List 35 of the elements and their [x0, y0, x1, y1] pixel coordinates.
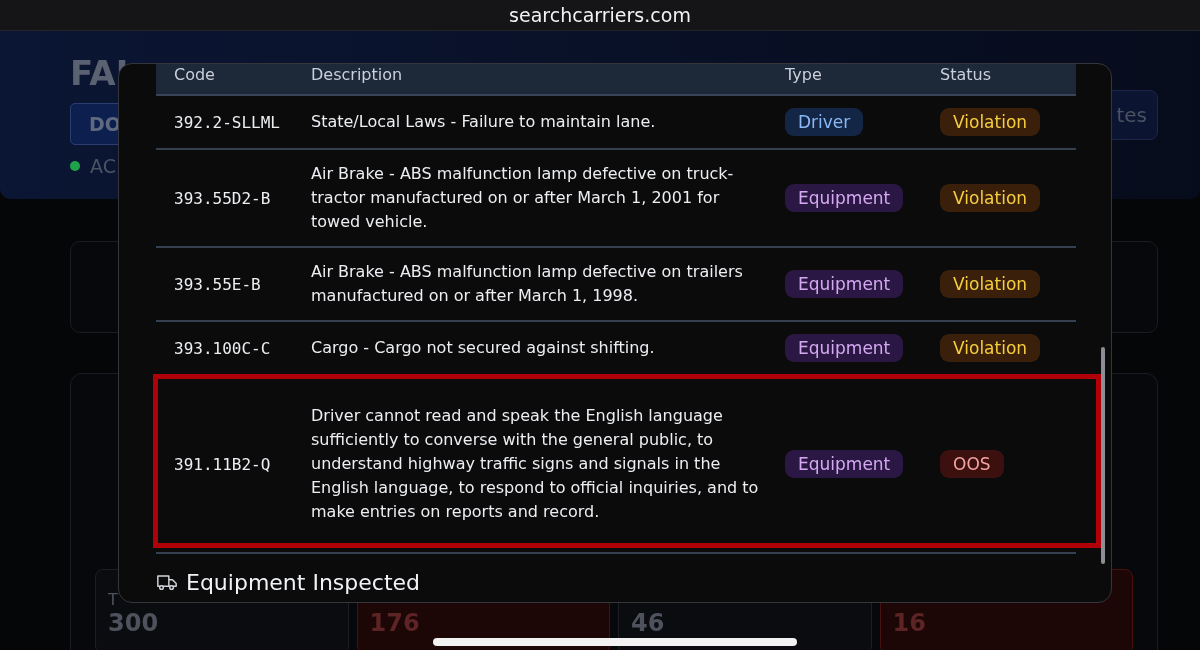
description-cell-text: State/Local Laws - Failure to maintain lane.	[311, 111, 657, 133]
stat-value: 300	[108, 609, 159, 637]
home-indicator[interactable]	[433, 638, 797, 646]
code-cell-text: 393.55D2-B	[173, 188, 272, 208]
description-cell-text: Air Brake - ABS malfunction lamp defective on truck-tractor manufactured on or after March 1, 2001 for towed vehicle.	[311, 163, 735, 233]
section-heading: Equipment Inspected	[186, 570, 421, 595]
stat-label: T	[108, 590, 118, 609]
code-cell-text: 393.55E-B	[173, 274, 262, 294]
stat-value: 176	[369, 609, 420, 637]
status-tag: Violation	[940, 108, 1041, 136]
stat-value: 16	[892, 609, 926, 637]
type-tag: Equipment	[785, 184, 904, 212]
status-tag: OOS	[940, 450, 1004, 478]
status-text: AC	[90, 155, 116, 177]
code-cell-text: 393.100C-C	[173, 338, 272, 358]
code-cell-text: 391.11B2-Q	[173, 454, 272, 474]
description-cell-text: Driver cannot read and speak the English language sufficiently to converse with the general public, to understand highway traffic signs and signals in the English language, to respond to official inquiries, and to make entries on reports and record.	[311, 405, 760, 523]
description-cell-text: Air Brake - ABS malfunction lamp defective on trailers manufactured on or after March 1, 1998.	[311, 261, 744, 307]
column-header: Type	[785, 65, 823, 86]
type-tag: Equipment	[785, 270, 904, 298]
address-text[interactable]: searchcarriers.com	[509, 4, 691, 26]
column-header: Code	[173, 65, 216, 86]
type-tag: Equipment	[785, 334, 904, 362]
code-cell-text: 392.2-SLLML	[173, 112, 281, 132]
status-tag: Violation	[940, 184, 1041, 212]
type-tag: Equipment	[785, 450, 904, 478]
scrollbar[interactable]	[1101, 347, 1105, 564]
description-cell-text: Cargo - Cargo not secured against shifting.	[311, 337, 656, 359]
column-header: Description	[311, 65, 404, 86]
type-tag: Driver	[785, 108, 864, 136]
stat-value: 46	[631, 609, 665, 637]
status-tag: Violation	[940, 334, 1041, 362]
status-tag: Violation	[940, 270, 1041, 298]
truck-icon	[156, 573, 178, 592]
column-header: Status	[940, 65, 992, 86]
